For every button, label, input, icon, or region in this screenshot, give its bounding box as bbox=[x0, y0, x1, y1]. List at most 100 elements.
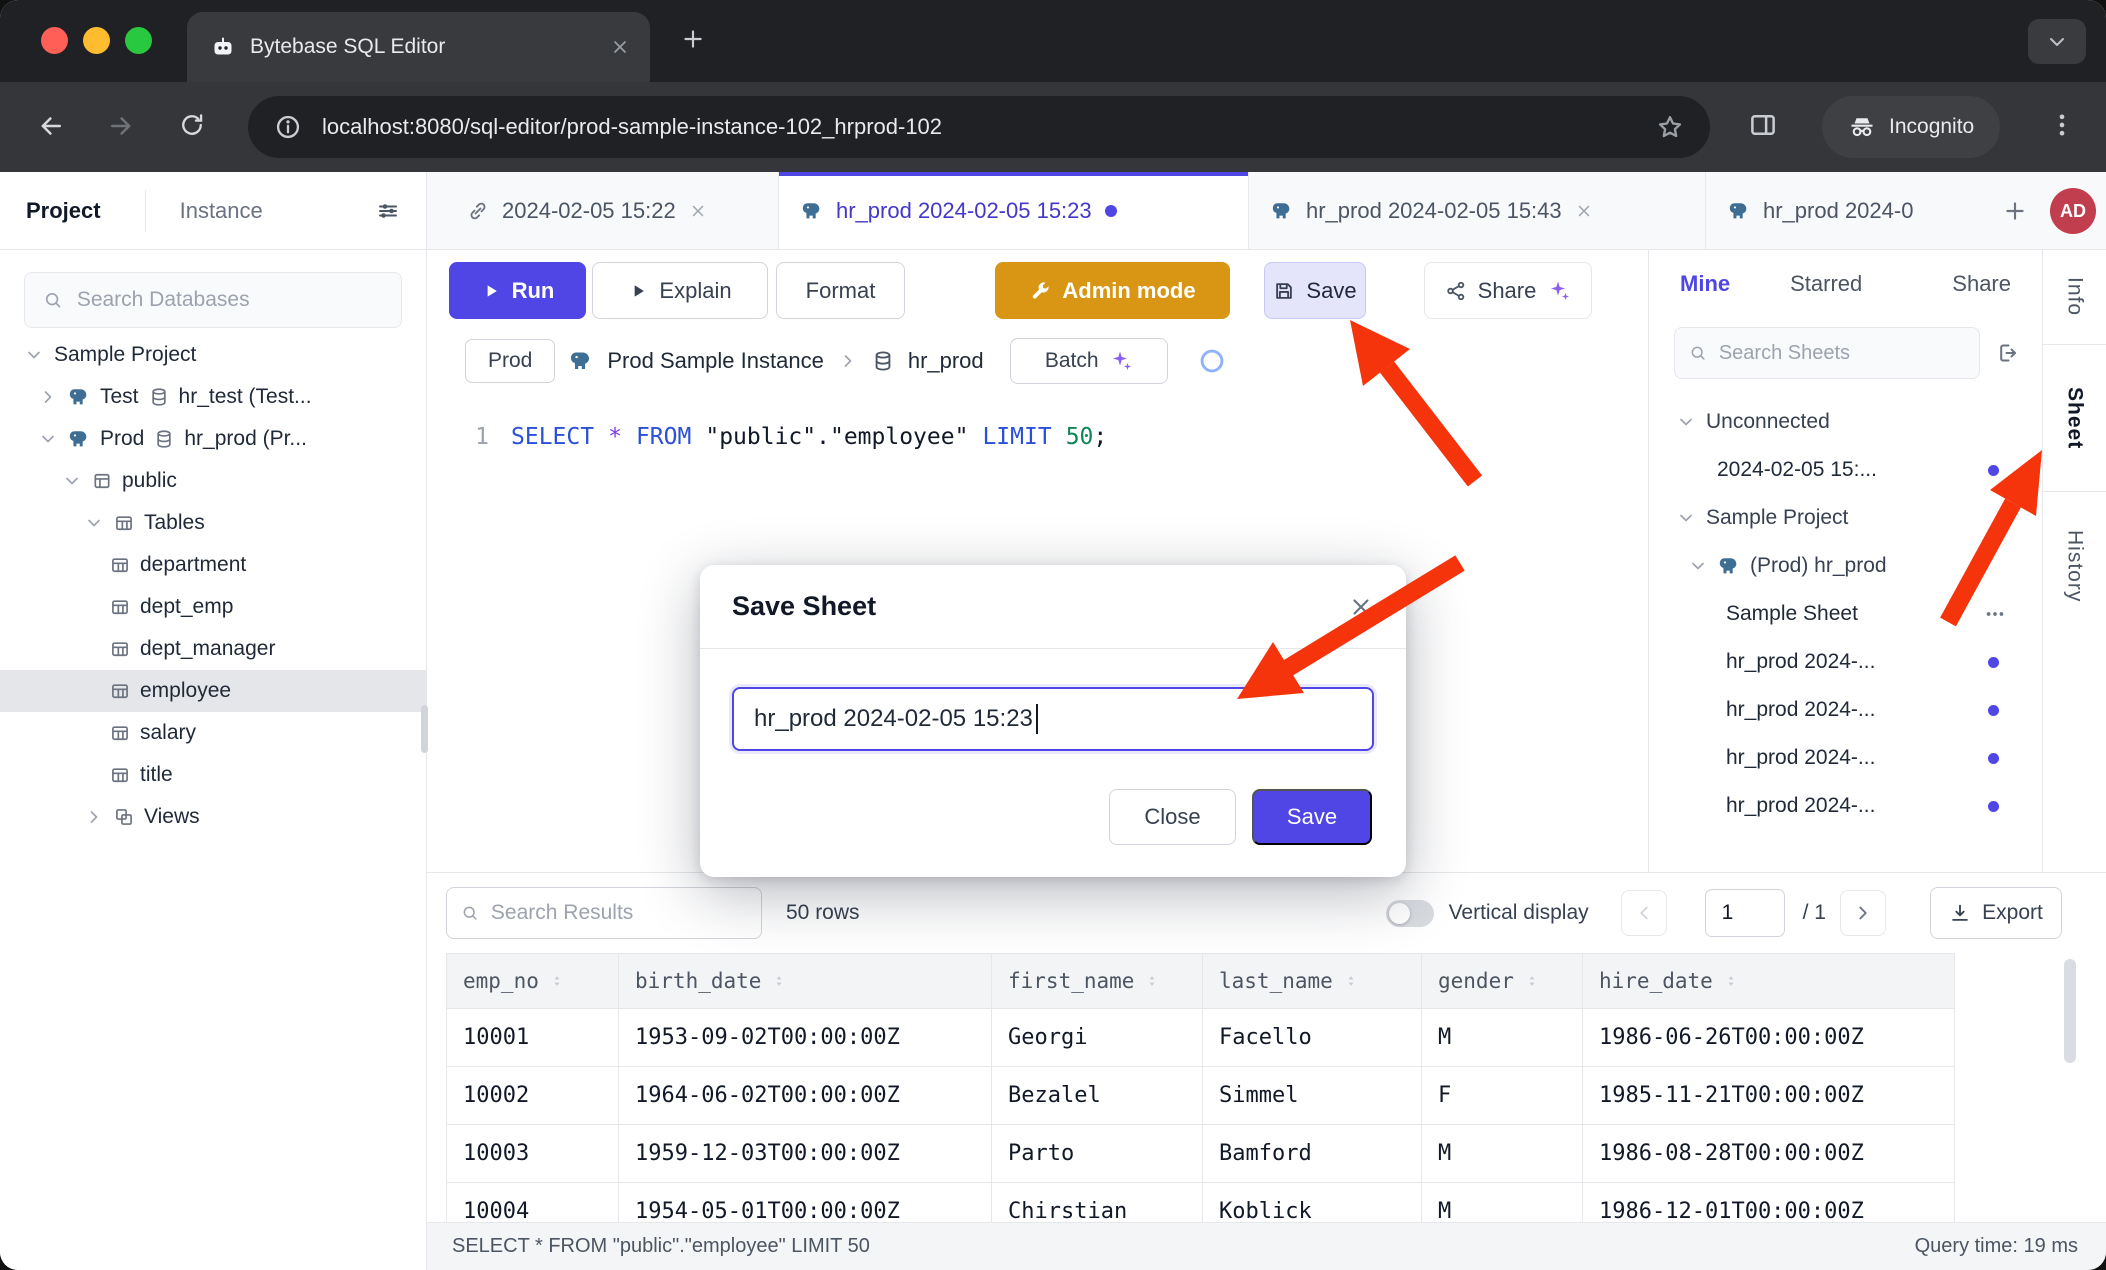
close-tab-icon[interactable] bbox=[610, 37, 630, 57]
side-panel-icon[interactable] bbox=[1748, 110, 1778, 140]
new-tab-button[interactable] bbox=[680, 26, 706, 52]
database-search[interactable] bbox=[24, 272, 402, 328]
sheet-item-1[interactable]: hr_prod 2024-... bbox=[1649, 638, 2042, 686]
sheet-item-unconnected[interactable]: 2024-02-05 15:... bbox=[1649, 446, 2042, 494]
tree-item-views[interactable]: Views bbox=[0, 796, 426, 838]
sheet-group-sample-project[interactable]: Sample Project bbox=[1649, 494, 2042, 542]
instance-name[interactable]: Prod Sample Instance bbox=[607, 348, 823, 374]
tree-item-table-dept-emp[interactable]: dept_emp bbox=[0, 586, 426, 628]
bookmark-star-icon[interactable] bbox=[1656, 113, 1684, 141]
tab-info[interactable]: Info bbox=[2043, 250, 2106, 345]
sync-ring-icon[interactable] bbox=[1198, 347, 1226, 375]
close-tab-icon[interactable] bbox=[1575, 202, 1593, 220]
tree-item-tables[interactable]: Tables bbox=[0, 502, 426, 544]
export-button[interactable]: Export bbox=[1930, 887, 2062, 939]
dialog-close-button[interactable]: Close bbox=[1109, 789, 1236, 845]
sidebar-resize-handle[interactable] bbox=[421, 705, 428, 753]
sheet-group-unconnected[interactable]: Unconnected bbox=[1649, 398, 2042, 446]
address-bar[interactable]: localhost:8080/sql-editor/prod-sample-in… bbox=[248, 96, 1710, 158]
sheet-item-2[interactable]: hr_prod 2024-... bbox=[1649, 686, 2042, 734]
tab-search-button[interactable] bbox=[2028, 19, 2086, 64]
reload-button[interactable] bbox=[178, 111, 206, 139]
table-row[interactable]: 10002 1964-06-02T00:00:00Z Bezalel Simme… bbox=[447, 1067, 1955, 1125]
sheet-item-3[interactable]: hr_prod 2024-... bbox=[1649, 734, 2042, 782]
tree-item-table-dept-manager[interactable]: dept_manager bbox=[0, 628, 426, 670]
table-row[interactable]: 10004 1954-05-01T00:00:00Z Chirstian Kob… bbox=[447, 1183, 1955, 1222]
collapse-panel-icon[interactable] bbox=[1996, 341, 2020, 365]
sheet-item-sample-sheet[interactable]: Sample Sheet bbox=[1649, 590, 2042, 638]
sort-icon[interactable] bbox=[1144, 973, 1160, 989]
close-tab-icon[interactable] bbox=[689, 202, 707, 220]
sql-editor-line[interactable]: 1 SELECT*FROM"public"."employee"LIMIT50; bbox=[427, 417, 1648, 457]
database-name[interactable]: hr_prod bbox=[908, 348, 984, 374]
database-search-input[interactable] bbox=[77, 288, 383, 312]
tab-sheet[interactable]: Sheet bbox=[2043, 345, 2106, 492]
sort-icon[interactable] bbox=[549, 973, 565, 989]
tab-project[interactable]: Project bbox=[26, 198, 101, 224]
tab-instance[interactable]: Instance bbox=[180, 198, 263, 224]
browser-tab[interactable]: Bytebase SQL Editor bbox=[187, 12, 650, 82]
tab-mine[interactable]: Mine bbox=[1680, 271, 1730, 297]
table-scrollbar[interactable] bbox=[2064, 959, 2076, 1063]
minimize-window-button[interactable] bbox=[83, 27, 110, 54]
close-window-button[interactable] bbox=[41, 27, 68, 54]
save-button[interactable]: Save bbox=[1264, 262, 1366, 319]
tree-item-table-title[interactable]: title bbox=[0, 754, 426, 796]
run-button[interactable]: Run bbox=[449, 262, 586, 319]
forward-button[interactable] bbox=[106, 111, 136, 141]
tree-item-schema-public[interactable]: public bbox=[0, 460, 426, 502]
column-header[interactable]: birth_date bbox=[619, 953, 992, 1009]
tab-share[interactable]: Share bbox=[1952, 271, 2011, 297]
results-search[interactable] bbox=[446, 887, 762, 939]
explain-button[interactable]: Explain bbox=[592, 262, 768, 319]
back-button[interactable] bbox=[36, 111, 66, 141]
tree-item-hr-test[interactable]: Test hr_test (Test... bbox=[0, 376, 426, 418]
batch-button[interactable]: Batch bbox=[1010, 338, 1168, 384]
tree-item-sample-project[interactable]: Sample Project bbox=[0, 334, 426, 376]
sort-icon[interactable] bbox=[1524, 973, 1540, 989]
tree-item-table-employee[interactable]: employee bbox=[0, 670, 426, 712]
zoom-window-button[interactable] bbox=[125, 27, 152, 54]
sheet-search[interactable] bbox=[1674, 327, 1980, 379]
close-dialog-icon[interactable] bbox=[1348, 594, 1374, 620]
query-tab-3[interactable]: hr_prod 2024-02-05 15:43 bbox=[1249, 172, 1706, 249]
column-header[interactable]: last_name bbox=[1203, 953, 1422, 1009]
column-header[interactable]: hire_date bbox=[1583, 953, 1955, 1009]
table-row[interactable]: 10003 1959-12-03T00:00:00Z Parto Bamford… bbox=[447, 1125, 1955, 1183]
environment-chip[interactable]: Prod bbox=[465, 339, 555, 383]
more-options-icon[interactable] bbox=[1984, 603, 2006, 625]
vertical-display-toggle[interactable] bbox=[1386, 900, 1434, 927]
sheet-item-4[interactable]: hr_prod 2024-... bbox=[1649, 782, 2042, 830]
dialog-save-button[interactable]: Save bbox=[1252, 789, 1372, 845]
admin-mode-button[interactable]: Admin mode bbox=[995, 262, 1230, 319]
sort-icon[interactable] bbox=[1343, 973, 1359, 989]
tree-item-table-department[interactable]: department bbox=[0, 544, 426, 586]
results-search-input[interactable] bbox=[491, 901, 747, 925]
sheet-name-input[interactable]: hr_prod 2024-02-05 15:23 bbox=[732, 687, 1374, 751]
previous-page-button[interactable] bbox=[1621, 890, 1667, 936]
next-page-button[interactable] bbox=[1840, 890, 1886, 936]
site-info-icon[interactable] bbox=[274, 113, 302, 141]
tab-starred[interactable]: Starred bbox=[1790, 271, 1862, 297]
sort-icon[interactable] bbox=[771, 973, 787, 989]
share-button[interactable]: Share bbox=[1424, 262, 1592, 319]
tree-item-table-salary[interactable]: salary bbox=[0, 712, 426, 754]
new-query-tab-button[interactable] bbox=[2002, 198, 2028, 224]
table-row[interactable]: 10001 1953-09-02T00:00:00Z Georgi Facell… bbox=[447, 1009, 1955, 1067]
sort-icon[interactable] bbox=[1723, 973, 1739, 989]
column-header[interactable]: gender bbox=[1422, 953, 1583, 1009]
tab-history[interactable]: History bbox=[2043, 492, 2106, 640]
page-number-input[interactable] bbox=[1705, 889, 1785, 937]
browser-menu-icon[interactable] bbox=[2048, 111, 2076, 139]
tree-item-hr-prod[interactable]: Prod hr_prod (Pr... bbox=[0, 418, 426, 460]
sheet-group-prod-hr-prod[interactable]: (Prod) hr_prod bbox=[1649, 542, 2042, 590]
column-header[interactable]: emp_no bbox=[447, 953, 619, 1009]
sheet-search-input[interactable] bbox=[1719, 342, 1965, 365]
format-button[interactable]: Format bbox=[776, 262, 905, 319]
query-tab-2-active[interactable]: hr_prod 2024-02-05 15:23 bbox=[779, 172, 1249, 249]
query-tab-1[interactable]: 2024-02-05 15:22 bbox=[445, 172, 779, 249]
column-header[interactable]: first_name bbox=[992, 953, 1203, 1009]
filter-settings-icon[interactable] bbox=[376, 199, 400, 223]
user-avatar[interactable]: AD bbox=[2050, 188, 2096, 234]
query-tab-4[interactable]: hr_prod 2024-0 bbox=[1706, 172, 1988, 249]
